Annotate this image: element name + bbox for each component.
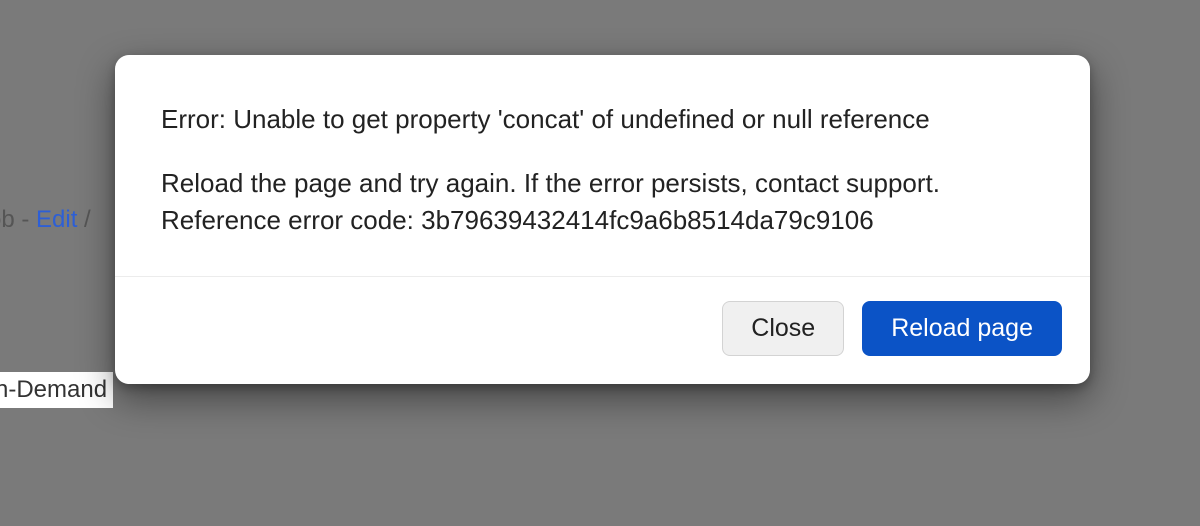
- breadcrumb-separator: /: [77, 206, 90, 233]
- breadcrumb-edit-link[interactable]: Edit: [36, 206, 77, 233]
- error-reference-code: Reference error code: 3b79639432414fc9a6…: [161, 202, 1042, 240]
- dialog-body: Error: Unable to get property 'concat' o…: [115, 55, 1090, 276]
- reload-page-button[interactable]: Reload page: [862, 301, 1062, 356]
- breadcrumb-fragment: ob -: [0, 206, 36, 233]
- close-button[interactable]: Close: [722, 301, 844, 356]
- background-breadcrumb: ob - Edit /: [0, 206, 91, 234]
- error-instruction: Reload the page and try again. If the er…: [161, 165, 1042, 203]
- error-dialog: Error: Unable to get property 'concat' o…: [115, 55, 1090, 384]
- error-title: Error: Unable to get property 'concat' o…: [161, 101, 1042, 139]
- dialog-footer: Close Reload page: [115, 276, 1090, 384]
- background-label-fragment: n-Demand: [0, 372, 113, 408]
